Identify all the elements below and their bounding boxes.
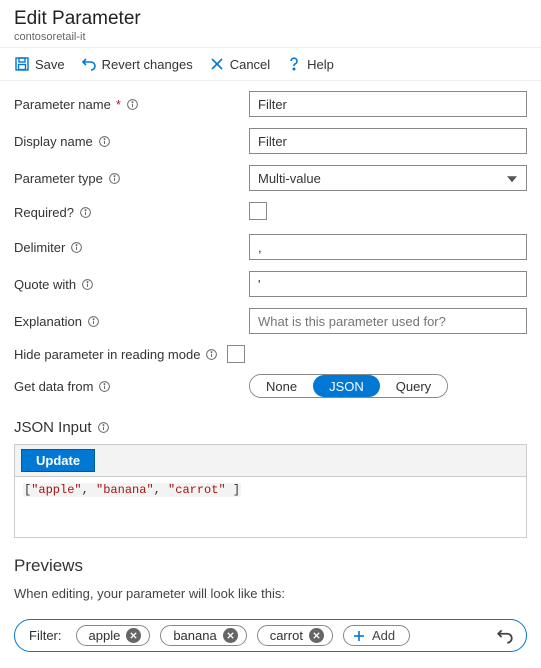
tag-label: banana bbox=[173, 628, 216, 643]
preview-row: Filter: apple banana carrot Add bbox=[14, 619, 527, 652]
tag-label: carrot bbox=[270, 628, 303, 643]
label-delimiter: Delimiter bbox=[14, 240, 249, 255]
add-label: Add bbox=[372, 628, 395, 643]
page-subtitle: contosoretail-it bbox=[14, 31, 527, 43]
info-icon[interactable] bbox=[126, 98, 139, 111]
required-asterisk: * bbox=[116, 97, 121, 112]
remove-tag-icon[interactable] bbox=[223, 628, 238, 643]
help-label: Help bbox=[307, 57, 334, 72]
update-button[interactable]: Update bbox=[21, 449, 95, 472]
cancel-button[interactable]: Cancel bbox=[209, 56, 270, 72]
row-parameter-name: Parameter name * bbox=[14, 91, 527, 117]
page: Edit Parameter contosoretail-it Save Rev… bbox=[0, 0, 541, 668]
info-icon[interactable] bbox=[98, 135, 111, 148]
info-icon[interactable] bbox=[98, 380, 111, 393]
form: Parameter name * Display name Parameter … bbox=[0, 81, 541, 413]
json-input-box: Update ["apple", "banana", "carrot" ] bbox=[14, 444, 527, 538]
row-display-name: Display name bbox=[14, 128, 527, 154]
seg-none[interactable]: None bbox=[250, 375, 313, 397]
label-explanation: Explanation bbox=[14, 314, 249, 329]
revert-button[interactable]: Revert changes bbox=[81, 56, 193, 72]
parameter-type-select[interactable]: Multi-value bbox=[249, 165, 527, 191]
explanation-input[interactable] bbox=[249, 308, 527, 334]
display-name-input[interactable] bbox=[249, 128, 527, 154]
label-required: Required? bbox=[14, 205, 249, 220]
save-button[interactable]: Save bbox=[14, 56, 65, 72]
info-icon[interactable] bbox=[97, 421, 110, 434]
plus-icon bbox=[352, 629, 366, 643]
toolbar: Save Revert changes Cancel Help bbox=[0, 48, 541, 81]
previews-title: Previews bbox=[14, 556, 527, 576]
quote-input[interactable] bbox=[249, 271, 527, 297]
parameter-type-select-wrap: Multi-value bbox=[249, 165, 527, 191]
json-toolbar: Update bbox=[15, 445, 526, 477]
undo-preview-icon[interactable] bbox=[496, 627, 514, 645]
row-get-data: Get data from None JSON Query bbox=[14, 374, 527, 398]
undo-icon bbox=[81, 56, 97, 72]
hide-checkbox[interactable] bbox=[227, 345, 245, 363]
data-source-segmented: None JSON Query bbox=[249, 374, 448, 398]
delimiter-input[interactable] bbox=[249, 234, 527, 260]
label-parameter-type: Parameter type bbox=[14, 171, 249, 186]
close-icon bbox=[209, 56, 225, 72]
info-icon[interactable] bbox=[70, 241, 83, 254]
row-required: Required? bbox=[14, 202, 527, 223]
row-parameter-type: Parameter type Multi-value bbox=[14, 165, 527, 191]
row-delimiter: Delimiter bbox=[14, 234, 527, 260]
remove-tag-icon[interactable] bbox=[309, 628, 324, 643]
tag-label: apple bbox=[89, 628, 121, 643]
header: Edit Parameter contosoretail-it bbox=[0, 0, 541, 48]
cancel-label: Cancel bbox=[230, 57, 270, 72]
info-icon[interactable] bbox=[87, 315, 100, 328]
remove-tag-icon[interactable] bbox=[126, 628, 141, 643]
help-button[interactable]: Help bbox=[286, 56, 334, 72]
info-icon[interactable] bbox=[79, 206, 92, 219]
row-quote: Quote with bbox=[14, 271, 527, 297]
row-explanation: Explanation bbox=[14, 308, 527, 334]
label-display-name: Display name bbox=[14, 134, 249, 149]
seg-json[interactable]: JSON bbox=[313, 375, 380, 397]
label-quote: Quote with bbox=[14, 277, 249, 292]
tag-apple[interactable]: apple bbox=[76, 625, 151, 646]
info-icon[interactable] bbox=[108, 172, 121, 185]
tag-banana[interactable]: banana bbox=[160, 625, 246, 646]
info-icon[interactable] bbox=[205, 348, 218, 361]
json-input-heading: JSON Input bbox=[0, 413, 541, 440]
page-title: Edit Parameter bbox=[14, 8, 527, 30]
tag-carrot[interactable]: carrot bbox=[257, 625, 333, 646]
info-icon[interactable] bbox=[81, 278, 94, 291]
save-icon bbox=[14, 56, 30, 72]
save-label: Save bbox=[35, 57, 65, 72]
row-hide: Hide parameter in reading mode bbox=[14, 345, 527, 363]
revert-label: Revert changes bbox=[102, 57, 193, 72]
json-editor[interactable]: ["apple", "banana", "carrot" ] bbox=[15, 477, 526, 537]
previews-desc: When editing, your parameter will look l… bbox=[14, 586, 527, 601]
label-get-data: Get data from bbox=[14, 379, 249, 394]
parameter-name-input[interactable] bbox=[249, 91, 527, 117]
preview-filter-label: Filter: bbox=[23, 628, 66, 643]
previews-section: Previews When editing, your parameter wi… bbox=[0, 548, 541, 652]
add-tag-button[interactable]: Add bbox=[343, 625, 410, 646]
required-checkbox[interactable] bbox=[249, 202, 267, 220]
seg-query[interactable]: Query bbox=[380, 375, 447, 397]
label-hide: Hide parameter in reading mode bbox=[14, 345, 245, 363]
label-parameter-name: Parameter name * bbox=[14, 97, 249, 112]
help-icon bbox=[286, 56, 302, 72]
